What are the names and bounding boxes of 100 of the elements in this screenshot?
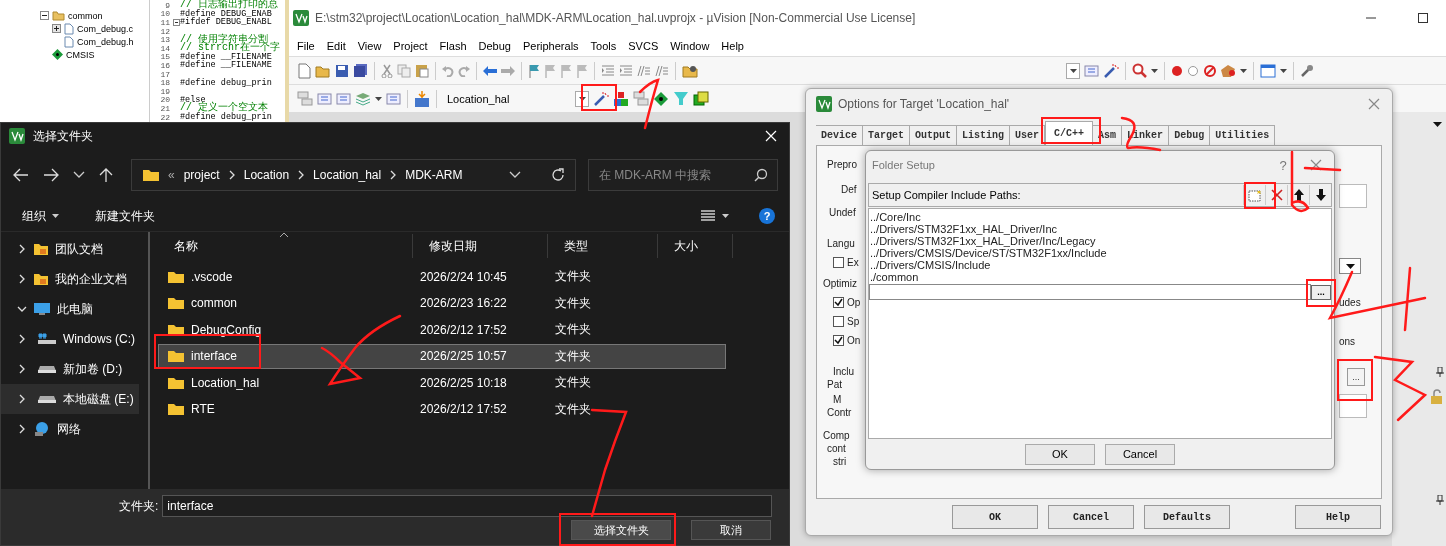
chevron-right-icon[interactable]: [19, 274, 25, 284]
chevron-right-icon[interactable]: [19, 394, 25, 404]
help-button[interactable]: ?: [759, 208, 775, 224]
text-field[interactable]: [1339, 394, 1367, 418]
folder-name-field[interactable]: interface: [162, 495, 773, 517]
file-row[interactable]: .vscode 2026/2/24 10:45 文件夹: [158, 264, 726, 290]
browse-button[interactable]: ...: [1347, 368, 1365, 386]
path-item[interactable]: ../Core/Inc: [869, 211, 1331, 223]
expand-toggle[interactable]: [52, 24, 61, 33]
floppy-icon[interactable]: [335, 63, 349, 78]
lock-icon[interactable]: [1430, 389, 1444, 405]
file-row[interactable]: RTE 2026/2/12 17:52 文件夹: [158, 396, 726, 422]
checkbox[interactable]: [833, 316, 844, 327]
column-header[interactable]: 大小: [658, 234, 733, 258]
path-item[interactable]: ../Drivers/CMSIS/Device/ST/STM32F1xx/Include: [869, 247, 1331, 259]
path-item[interactable]: ../Drivers/CMSIS/Include: [869, 259, 1331, 271]
circle-icon[interactable]: [1187, 64, 1199, 77]
collapse-toggle[interactable]: [40, 11, 49, 20]
browse-button[interactable]: ...: [1311, 284, 1331, 300]
overflow-chevron[interactable]: «: [168, 168, 175, 182]
chevron-right-icon[interactable]: [19, 364, 25, 374]
delete-icon[interactable]: [1270, 189, 1283, 201]
new-item-icon[interactable]: [1246, 188, 1263, 202]
text-field[interactable]: [1339, 184, 1367, 208]
wrench-icon[interactable]: [1300, 63, 1314, 78]
tab[interactable]: Output: [910, 125, 958, 145]
dialog-button[interactable]: OK: [952, 505, 1038, 529]
menu-item[interactable]: Debug: [472, 40, 517, 52]
file-row[interactable]: common 2026/2/23 16:22 文件夹: [158, 290, 726, 316]
tab[interactable]: Utilities: [1210, 125, 1276, 145]
up-arrow-icon[interactable]: [1292, 188, 1305, 202]
tab[interactable]: Target: [863, 125, 911, 145]
chevron-right-icon[interactable]: [19, 424, 25, 434]
breadcrumb[interactable]: Location_hal: [313, 168, 382, 182]
nav-item[interactable]: 团队文档: [1, 234, 139, 264]
chevron-down-icon[interactable]: [17, 306, 27, 312]
tab[interactable]: Debug: [1169, 125, 1211, 145]
file-row[interactable]: Location_hal 2026/2/25 10:18 文件夹: [158, 370, 726, 396]
nav-item[interactable]: 此电脑: [1, 294, 139, 324]
ring-icon[interactable]: [1203, 63, 1217, 78]
tree-item[interactable]: Com_debug.h: [77, 36, 134, 47]
up-arrow-icon[interactable]: [99, 167, 113, 183]
column-header[interactable]: 名称: [158, 234, 413, 258]
nav-item[interactable]: 网络: [1, 414, 139, 444]
breadcrumb[interactable]: Location: [243, 168, 290, 182]
caret-icon[interactable]: [1240, 68, 1247, 73]
maximize-icon[interactable]: [1418, 13, 1428, 23]
chevron-down-icon[interactable]: [509, 171, 521, 179]
tree-item[interactable]: common: [68, 10, 103, 21]
floppies-icon[interactable]: [353, 63, 368, 78]
tab[interactable]: Listing: [957, 125, 1011, 145]
toolbar-button[interactable]: 新建文件夹: [91, 205, 159, 227]
breadcrumb[interactable]: project: [183, 168, 220, 182]
pin-icon[interactable]: [1436, 367, 1444, 377]
tree-item[interactable]: CMSIS: [66, 49, 95, 60]
select-folder-button[interactable]: 选择文件夹: [571, 520, 671, 540]
dropdown[interactable]: [1339, 258, 1361, 274]
menu-item[interactable]: Project: [387, 40, 434, 52]
menu-item[interactable]: Edit: [320, 40, 352, 52]
circle-icon[interactable]: [1171, 64, 1183, 77]
file-row[interactable]: DebugConfig 2026/2/12 17:52 文件夹: [158, 317, 726, 343]
nav-item[interactable]: 新加卷 (D:): [1, 354, 139, 384]
dialog-button[interactable]: Cancel: [1048, 505, 1134, 529]
column-header[interactable]: 修改日期: [413, 234, 548, 258]
address-bar[interactable]: « project Location Location_hal MDK-ARM: [131, 159, 576, 191]
forward-icon[interactable]: [43, 168, 59, 182]
refresh-icon[interactable]: [551, 168, 565, 182]
window-icon[interactable]: [1260, 63, 1276, 78]
down-arrow-icon[interactable]: [1314, 188, 1327, 202]
diamond-icon[interactable]: [653, 90, 669, 107]
magnifier-icon[interactable]: [1132, 63, 1147, 78]
tab[interactable]: Device: [816, 125, 863, 145]
tree-item[interactable]: Com_debug.c: [77, 23, 134, 34]
dropdown[interactable]: [1066, 62, 1080, 79]
checkbox[interactable]: [833, 335, 844, 346]
nav-item[interactable]: 本地磁盘 (E:): [1, 384, 139, 414]
menu-item[interactable]: File: [291, 40, 321, 52]
menu-item[interactable]: Flash: [433, 40, 473, 52]
menu-button[interactable]: 组织: [18, 205, 63, 227]
menu-item[interactable]: Help: [715, 40, 750, 52]
chevron-right-icon[interactable]: [19, 244, 25, 254]
menu-item[interactable]: SVCS: [622, 40, 665, 52]
caret-icon[interactable]: [1151, 68, 1158, 73]
clipboard-icon[interactable]: [415, 63, 429, 78]
search-field[interactable]: 在 MDK-ARM 中搜索: [588, 159, 778, 191]
download-icon[interactable]: [414, 89, 430, 108]
menu-item[interactable]: Tools: [584, 40, 623, 52]
checkbox[interactable]: [833, 297, 844, 308]
document-icon[interactable]: [297, 62, 311, 79]
tab[interactable]: User: [1010, 125, 1046, 145]
blocks-icon[interactable]: [613, 90, 629, 107]
back-icon[interactable]: [13, 168, 29, 182]
path-input-field[interactable]: [869, 284, 1311, 300]
path-item[interactable]: ../Drivers/STM32F1xx_HAL_Driver/Inc: [869, 223, 1331, 235]
caret-icon[interactable]: [1280, 68, 1287, 73]
pin-icon[interactable]: [1436, 495, 1444, 505]
left-arrow-icon[interactable]: [483, 65, 497, 76]
fold-icon[interactable]: [172, 19, 180, 26]
caret-icon[interactable]: [1433, 122, 1442, 127]
cancel-button[interactable]: 取消: [691, 520, 771, 540]
